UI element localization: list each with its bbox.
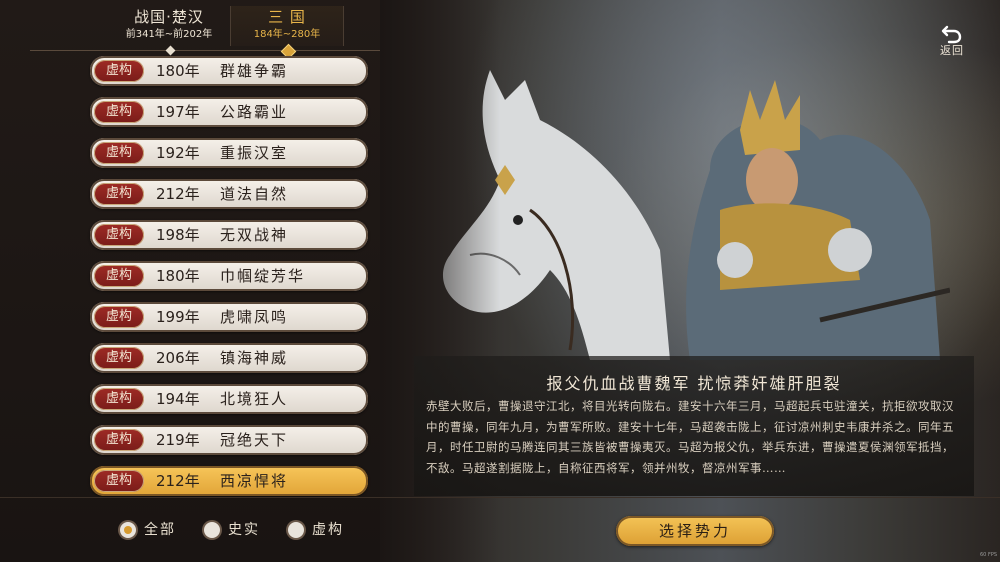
scenario-type-badge: 虚构 xyxy=(94,429,144,451)
tab-warring-states[interactable]: 战国·楚汉 前341年~前202年 xyxy=(110,6,228,46)
scenario-row[interactable]: 虚构 180年 群雄争霸 xyxy=(90,56,368,86)
scenario-year: 198年 xyxy=(156,226,200,244)
tab-divider-line xyxy=(30,50,380,51)
scenario-type-badge: 虚构 xyxy=(94,101,144,123)
back-label: 返回 xyxy=(940,44,964,57)
filter-fictional-label: 虚构 xyxy=(312,522,344,538)
story-title: 报父仇血战曹魏军 扰惊莽奸雄肝胆裂 xyxy=(546,374,842,393)
tab-three-kingdoms-range: 184年~280年 xyxy=(253,29,321,40)
scenario-title: 巾帼绽芳华 xyxy=(220,267,306,285)
scenario-title: 重振汉室 xyxy=(220,144,289,162)
radio-checked-icon xyxy=(120,522,136,538)
back-arrow-icon xyxy=(941,25,962,44)
scenario-title: 冠绝天下 xyxy=(220,431,289,449)
scenario-type-badge: 虚构 xyxy=(94,347,144,369)
scenario-title: 虎啸凤鸣 xyxy=(220,308,289,326)
scenario-year: 180年 xyxy=(156,267,200,285)
armored-general-illustration xyxy=(686,80,950,360)
scenario-title: 公路霸业 xyxy=(220,103,289,121)
scenario-year: 212年 xyxy=(156,472,200,490)
scenario-row[interactable]: 虚构 197年 公路霸业 xyxy=(90,97,368,127)
scenario-title: 群雄争霸 xyxy=(220,62,289,80)
tab-warring-states-range: 前341年~前202年 xyxy=(125,29,213,40)
tab-three-kingdoms-name: 三 国 xyxy=(268,8,306,26)
scenario-row[interactable]: 虚构 192年 重振汉室 xyxy=(90,138,368,168)
scenario-row[interactable]: 虚构 180年 巾帼绽芳华 xyxy=(90,261,368,291)
scenario-title: 镇海神威 xyxy=(220,349,289,367)
scenario-title: 道法自然 xyxy=(220,185,289,203)
select-faction-button[interactable]: 选择势力 xyxy=(616,516,774,546)
scenario-type-badge: 虚构 xyxy=(94,388,144,410)
scenario-story-panel[interactable]: 报父仇血战曹魏军 扰惊莽奸雄肝胆裂 赤壁大败后，曹操退守江北，将目光转向陇右。建… xyxy=(414,356,974,496)
scenario-year: 180年 xyxy=(156,62,200,80)
scenario-type-badge: 虚构 xyxy=(94,142,144,164)
scenario-row[interactable]: 虚构 199年 虎啸凤鸣 xyxy=(90,302,368,332)
radio-unchecked-icon xyxy=(204,522,220,538)
scenario-row[interactable]: 虚构 219年 冠绝天下 xyxy=(90,425,368,455)
scenario-type-badge: 虚构 xyxy=(94,183,144,205)
bottom-divider xyxy=(0,497,1000,498)
scenario-row[interactable]: 虚构 212年 道法自然 xyxy=(90,179,368,209)
scenario-year: 199年 xyxy=(156,308,200,326)
scenario-row-selected[interactable]: 虚构 212年 西凉悍将 xyxy=(90,466,368,496)
tab-warring-states-name: 战国·楚汉 xyxy=(134,8,204,26)
scenario-title: 北境狂人 xyxy=(220,390,289,408)
scenario-type-badge: 虚构 xyxy=(94,306,144,328)
scenario-list: 虚构 180年 群雄争霸 虚构 197年 公路霸业 虚构 192年 重振汉室 虚… xyxy=(90,56,368,507)
scenario-year: 212年 xyxy=(156,185,200,203)
scenario-type-badge: 虚构 xyxy=(94,265,144,287)
scenario-type-badge: 虚构 xyxy=(94,224,144,246)
fps-counter: 60 FPS xyxy=(980,552,998,558)
scenario-title: 无双战神 xyxy=(220,226,289,244)
back-button[interactable]: 返回 xyxy=(932,22,972,62)
scenario-type-badge: 虚构 xyxy=(94,470,144,492)
scenario-row[interactable]: 虚构 198年 无双战神 xyxy=(90,220,368,250)
scenario-year: 194年 xyxy=(156,390,200,408)
scenario-type-badge: 虚构 xyxy=(94,60,144,82)
filter-all-label: 全部 xyxy=(144,522,176,538)
tab-three-kingdoms[interactable]: 三 国 184年~280年 xyxy=(230,6,344,46)
scenario-year: 192年 xyxy=(156,144,200,162)
scenario-title: 西凉悍将 xyxy=(220,472,289,490)
scenario-year: 219年 xyxy=(156,431,200,449)
scenario-year: 197年 xyxy=(156,103,200,121)
story-body: 赤壁大败后，曹操退守江北，将目光转向陇右。建安十六年三月，马超起兵屯驻潼关，抗拒… xyxy=(426,399,954,475)
scenario-year: 206年 xyxy=(156,349,200,367)
radio-unchecked-icon xyxy=(288,522,304,538)
filter-historical-label: 史实 xyxy=(228,522,260,538)
scenario-row[interactable]: 虚构 206年 镇海神威 xyxy=(90,343,368,373)
scenario-row[interactable]: 虚构 194年 北境狂人 xyxy=(90,384,368,414)
